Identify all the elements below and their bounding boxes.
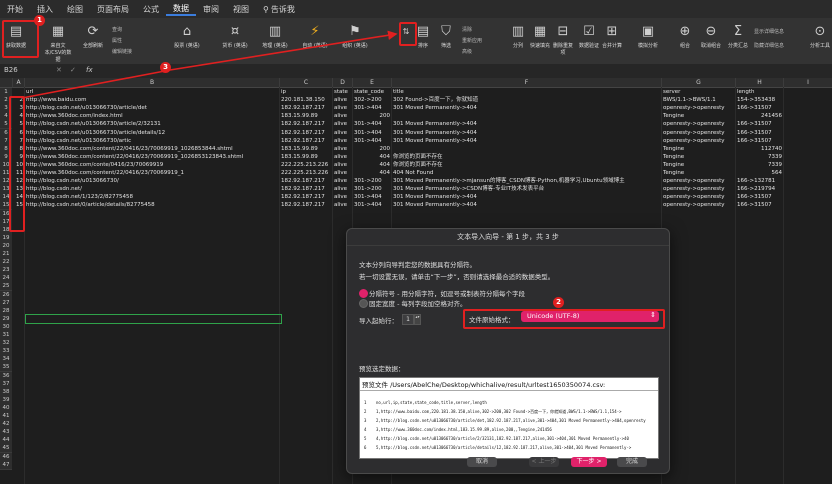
delimited-radio[interactable] — [359, 289, 368, 298]
arrow-3-right — [169, 30, 398, 71]
preview-line: 5,http://blog.csdn.net/u013066730/articl… — [376, 445, 632, 450]
preview-line-number: 4 — [364, 427, 367, 432]
next-button[interactable]: 下一步 > — [571, 457, 607, 467]
encoding-value: Unicode (UTF-8) — [527, 312, 580, 320]
dialog-description-1: 文本分列向导判定您的数据具有分隔符。 — [359, 261, 476, 269]
preview-label: 预览选定数据： — [359, 365, 405, 373]
preview-line-number: 2 — [364, 409, 367, 414]
text-import-wizard-dialog: 文本导入向导 - 第 1 步，共 3 步 文本分列向导判定您的数据具有分隔符。 … — [346, 228, 670, 474]
preview-line: 3,http://www.360doc.com/index.html,183.1… — [376, 427, 552, 432]
start-row-stepper[interactable]: ▴▾ — [414, 314, 421, 325]
fixed-width-radio[interactable] — [359, 299, 368, 308]
finish-button[interactable]: 完成 — [617, 457, 647, 467]
back-button[interactable]: < 上一步 — [529, 457, 559, 467]
preview-line: no,url,ip,state,state_code,title,server,… — [376, 400, 487, 405]
preview-file-path: 预览文件 /Users/AbelChe/Desktop/whichalive/r… — [362, 381, 606, 389]
preview-line-number: 1 — [364, 400, 367, 405]
preview-line: 1,http://www.baidu.com,220.181.38.150,al… — [376, 409, 622, 414]
encoding-label: 文件原始格式： — [469, 316, 515, 324]
delimited-label: 分隔符号 - 用分隔字符，如逗号或制表符分隔每个字段 — [369, 290, 525, 298]
preview-line-number: 6 — [364, 445, 367, 450]
chevron-updown-icon: ⇕ — [650, 311, 656, 319]
arrow-3-left — [21, 69, 171, 99]
dialog-description-2: 若一切设置无误，请单击“下一步”，否则请选择最合适的数据类型。 — [359, 273, 555, 281]
cancel-button[interactable]: 取消 — [467, 457, 497, 467]
preview-line: 2,http://blog.csdn.net/u013066730/articl… — [376, 418, 646, 423]
start-row-label: 导入起始行： — [359, 317, 398, 325]
encoding-select[interactable]: Unicode (UTF-8) ⇕ — [521, 311, 659, 322]
preview-separator — [360, 390, 658, 391]
preview-line: 4,http://blog.csdn.net/u013066730/articl… — [376, 436, 629, 441]
dialog-title: 文本导入向导 - 第 1 步，共 3 步 — [347, 229, 669, 246]
start-row-input[interactable]: 1 — [402, 314, 414, 325]
preview-line-number: 3 — [364, 418, 367, 423]
preview-line-number: 5 — [364, 436, 367, 441]
fixed-width-label: 固定宽度 - 每列字段加空格对齐。 — [369, 300, 467, 308]
annotation-badge-2: 2 — [553, 297, 564, 308]
preview-box[interactable]: 预览文件 /Users/AbelChe/Desktop/whichalive/r… — [359, 377, 659, 459]
